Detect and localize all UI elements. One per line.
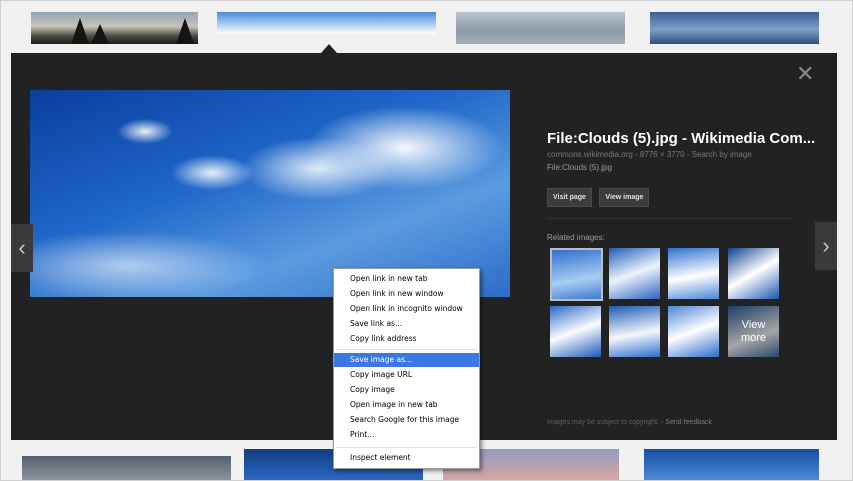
menu-separator	[336, 349, 477, 350]
result-thumbnail-1[interactable]	[31, 12, 198, 44]
result-thumbnail-3[interactable]	[456, 12, 625, 44]
menu-item-open-image-new-tab[interactable]: Open image in new tab	[334, 398, 479, 412]
menu-item-print[interactable]: Print...	[334, 428, 479, 442]
related-image-3[interactable]	[668, 248, 719, 299]
menu-item-open-link-incognito[interactable]: Open link in incognito window	[334, 302, 479, 316]
menu-item-inspect-element[interactable]: Inspect element	[334, 451, 479, 465]
image-filename: File:Clouds (5).jpg	[547, 163, 612, 172]
menu-item-copy-image[interactable]: Copy image	[334, 383, 479, 397]
menu-item-search-google-image[interactable]: Search Google for this image	[334, 413, 479, 427]
menu-item-open-link-new-window[interactable]: Open link in new window	[334, 287, 479, 301]
view-more-tile[interactable]: View more	[728, 306, 779, 357]
visit-page-button[interactable]: Visit page	[547, 188, 592, 207]
send-feedback-link[interactable]: Send feedback	[665, 419, 712, 426]
previous-image-arrow-icon[interactable]: ‹	[11, 224, 33, 272]
result-thumbnail-5[interactable]	[22, 456, 231, 480]
related-image-7[interactable]	[668, 306, 719, 357]
related-images-label: Related images:	[547, 233, 605, 242]
copyright-note: Images may be subject to copyright. - Se…	[547, 419, 712, 426]
result-thumbnail-selected[interactable]	[217, 12, 436, 34]
preview-image-clouds[interactable]	[30, 90, 510, 297]
tree-silhouette	[91, 24, 109, 44]
view-more-label[interactable]: View more	[728, 306, 779, 357]
close-icon[interactable]: ✕	[796, 63, 814, 85]
related-image-2[interactable]	[609, 248, 660, 299]
tree-silhouette	[71, 18, 89, 44]
image-info: File:Clouds (5).jpg - Wikimedia Com... c…	[547, 130, 817, 172]
menu-item-copy-link-address[interactable]: Copy link address	[334, 332, 479, 346]
view-image-button[interactable]: View image	[599, 188, 650, 207]
image-title[interactable]: File:Clouds (5).jpg - Wikimedia Com...	[547, 130, 817, 147]
related-image-6[interactable]	[609, 306, 660, 357]
menu-item-open-link-new-tab[interactable]: Open link in new tab	[334, 272, 479, 286]
related-image-4[interactable]	[728, 248, 779, 299]
copyright-text: Images may be subject to copyright.	[547, 419, 660, 426]
related-image-5[interactable]	[550, 306, 601, 357]
image-meta: commons.wikimedia.org - 8776 × 3770 - Se…	[547, 150, 752, 159]
result-thumbnail-8[interactable]	[644, 449, 819, 480]
context-menu: Open link in new tab Open link in new wi…	[333, 268, 480, 469]
menu-item-save-image-as[interactable]: Save image as...	[334, 353, 479, 367]
tree-silhouette	[176, 18, 194, 44]
related-image-1[interactable]	[550, 248, 603, 301]
next-image-arrow-icon[interactable]: ›	[815, 222, 837, 270]
menu-item-copy-image-url[interactable]: Copy image URL	[334, 368, 479, 382]
action-buttons: Visit page View image	[547, 186, 652, 207]
menu-separator	[336, 447, 477, 448]
menu-item-save-link-as[interactable]: Save link as...	[334, 317, 479, 331]
result-thumbnail-4[interactable]	[650, 12, 819, 44]
divider	[547, 218, 793, 219]
selection-pointer	[321, 44, 337, 53]
